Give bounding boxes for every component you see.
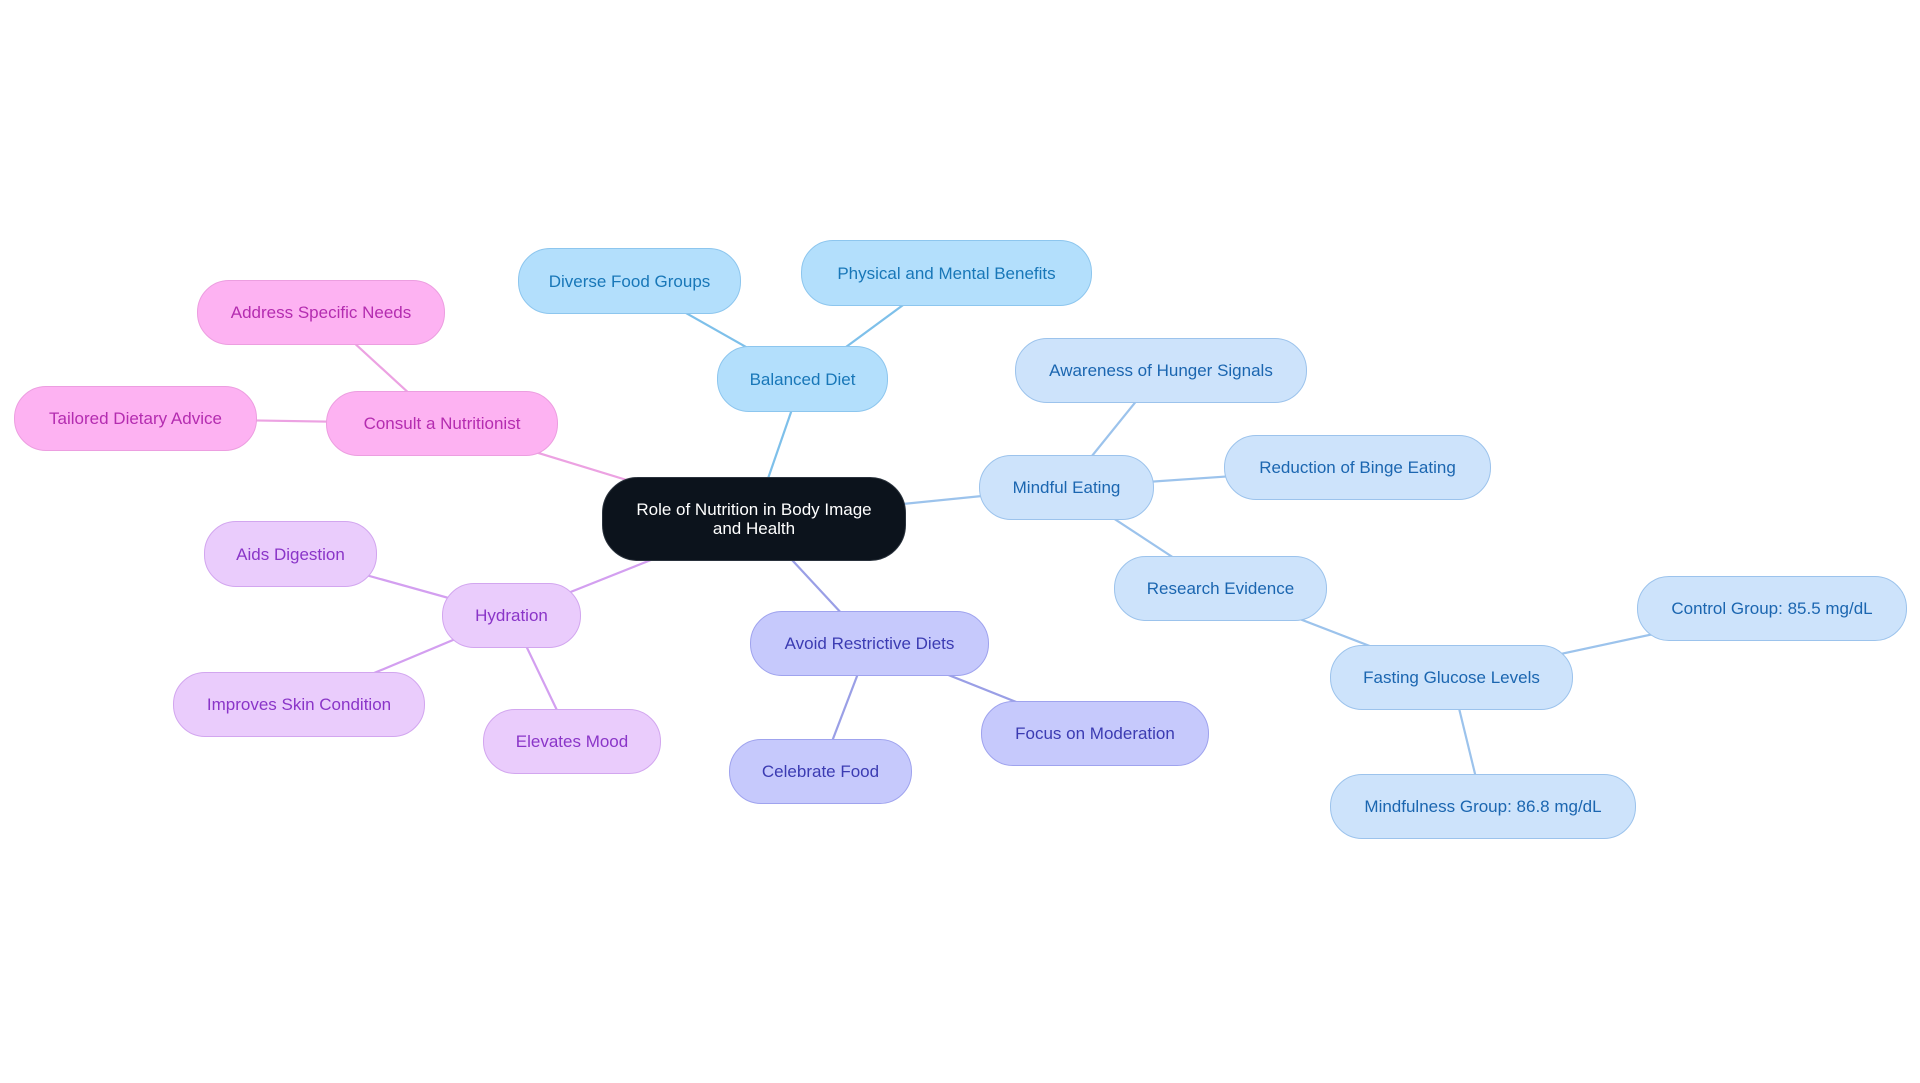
node-label: Tailored Dietary Advice — [49, 409, 222, 428]
node-label: Balanced Diet — [749, 369, 856, 389]
mind-map-canvas: Role of Nutrition in Body Image and Heal… — [0, 0, 1920, 1083]
node-tailored-dietary-advice[interactable]: Tailored Dietary Advice — [14, 386, 257, 451]
node-diverse-food-groups[interactable]: Diverse Food Groups — [518, 248, 741, 314]
node-research-evidence[interactable]: Research Evidence — [1114, 556, 1327, 621]
node-label: Hydration — [475, 606, 548, 625]
node-label: Elevates Mood — [515, 732, 629, 751]
node-elevates-mood[interactable]: Elevates Mood — [483, 709, 661, 774]
node-awareness-of-hunger-signals[interactable]: Awareness of Hunger Signals — [1015, 338, 1307, 403]
node-label: Mindfulness Group: 86.8 mg/dL — [1364, 797, 1602, 816]
node-label: Consult a Nutritionist — [363, 414, 521, 433]
node-physical-and-mental-benefits[interactable]: Physical and Mental Benefits — [801, 240, 1092, 306]
node-label: Improves Skin Condition — [206, 695, 392, 714]
node-aids-digestion[interactable]: Aids Digestion — [204, 521, 377, 587]
node-improves-skin-condition[interactable]: Improves Skin Condition — [173, 672, 425, 737]
node-label: Aids Digestion — [236, 544, 345, 564]
node-label: Physical and Mental Benefits — [837, 263, 1056, 283]
node-label: Diverse Food Groups — [548, 271, 711, 291]
node-hydration[interactable]: Hydration — [442, 583, 581, 648]
node-consult-a-nutritionist[interactable]: Consult a Nutritionist — [326, 391, 558, 456]
root-node[interactable]: Role of Nutrition in Body Image and Heal… — [602, 477, 906, 561]
node-fasting-glucose-levels[interactable]: Fasting Glucose Levels — [1330, 645, 1573, 710]
node-label: Celebrate Food — [761, 762, 880, 781]
node-balanced-diet[interactable]: Balanced Diet — [717, 346, 888, 412]
node-label: Fasting Glucose Levels — [1363, 668, 1540, 687]
node-mindfulness-group[interactable]: Mindfulness Group: 86.8 mg/dL — [1330, 774, 1636, 839]
node-focus-on-moderation[interactable]: Focus on Moderation — [981, 701, 1209, 766]
node-label: Awareness of Hunger Signals — [1049, 361, 1273, 380]
root-node-label: Role of Nutrition in Body Image and Heal… — [636, 500, 872, 538]
node-reduction-of-binge-eating[interactable]: Reduction of Binge Eating — [1224, 435, 1491, 500]
node-label: Research Evidence — [1146, 579, 1295, 598]
node-label: Focus on Moderation — [1015, 724, 1175, 743]
node-label: Address Specific Needs — [230, 303, 412, 322]
node-celebrate-food[interactable]: Celebrate Food — [729, 739, 912, 804]
node-label: Mindful Eating — [1012, 478, 1121, 497]
node-control-group[interactable]: Control Group: 85.5 mg/dL — [1637, 576, 1907, 641]
node-label: Control Group: 85.5 mg/dL — [1671, 599, 1873, 618]
node-mindful-eating[interactable]: Mindful Eating — [979, 455, 1154, 520]
node-label: Reduction of Binge Eating — [1259, 458, 1456, 477]
node-label: Avoid Restrictive Diets — [784, 634, 955, 653]
node-address-specific-needs[interactable]: Address Specific Needs — [197, 280, 445, 345]
node-avoid-restrictive-diets[interactable]: Avoid Restrictive Diets — [750, 611, 989, 676]
